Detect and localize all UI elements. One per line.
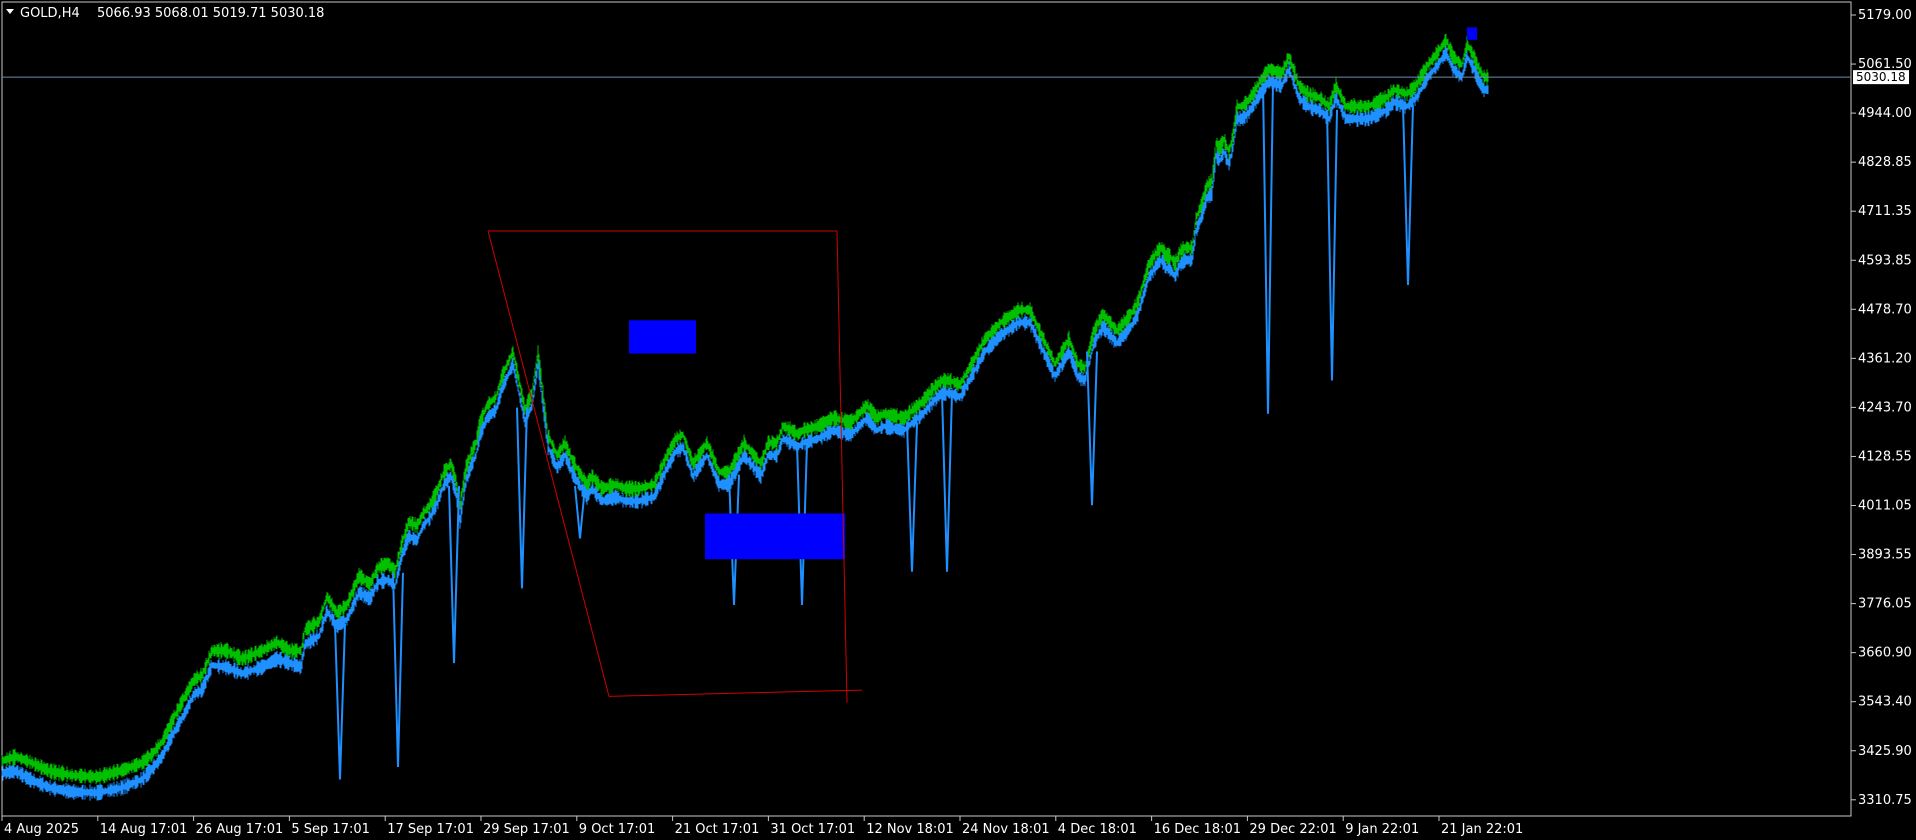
time-tick-label-3: 5 Sep 17:01 (291, 822, 370, 837)
price-tick-label-9: 4128.55 (1858, 449, 1912, 464)
price-tick-label-16: 3310.75 (1858, 793, 1912, 808)
symbol-label: GOLD,H4 (20, 6, 80, 21)
time-tick-label-5: 29 Sep 17:01 (483, 822, 570, 837)
price-tick-label-13: 3660.90 (1858, 646, 1912, 661)
time-tick-label-11: 4 Dec 18:01 (1058, 822, 1137, 837)
chart-header: GOLD,H4 5066.93 5068.01 5019.71 5030.18 (6, 6, 324, 21)
time-tick-label-12: 16 Dec 18:01 (1154, 822, 1241, 837)
price-tick-label-3: 4828.85 (1858, 155, 1912, 170)
current-price-label: 5030.18 (1856, 70, 1906, 84)
supply-demand-zone-0 (629, 320, 696, 354)
time-tick-label-15: 21 Jan 22:01 (1441, 822, 1523, 837)
price-tick-label-7: 4361.20 (1858, 351, 1912, 366)
time-tick-label-2: 26 Aug 17:01 (196, 822, 284, 837)
price-tick-label-12: 3776.05 (1858, 597, 1912, 612)
price-tick-label-15: 3425.90 (1858, 744, 1912, 759)
price-tick-label-10: 4011.05 (1858, 499, 1912, 514)
time-tick-label-10: 24 Nov 18:01 (962, 822, 1050, 837)
supply-demand-zone-2 (1467, 27, 1477, 40)
price-tick-label-4: 4711.35 (1858, 204, 1912, 219)
time-tick-label-9: 12 Nov 18:01 (866, 822, 954, 837)
price-tick-label-5: 4593.85 (1858, 253, 1912, 268)
time-tick-label-1: 14 Aug 17:01 (100, 822, 188, 837)
time-tick-label-7: 21 Oct 17:01 (675, 822, 760, 837)
price-tick-label-14: 3543.40 (1858, 695, 1912, 710)
time-tick-label-13: 29 Dec 22:01 (1249, 822, 1336, 837)
time-tick-label-6: 9 Oct 17:01 (579, 822, 655, 837)
time-tick-label-4: 17 Sep 17:01 (387, 822, 474, 837)
time-tick-label-8: 31 Oct 17:01 (770, 822, 855, 837)
ohlc-values: 5066.93 5068.01 5019.71 5030.18 (97, 6, 324, 21)
time-tick-label-14: 9 Jan 22:01 (1345, 822, 1419, 837)
time-tick-label-0: 4 Aug 2025 (4, 822, 79, 837)
price-tick-label-11: 3893.55 (1858, 548, 1912, 563)
price-tick-label-2: 4944.00 (1858, 106, 1912, 121)
price-tick-label-0: 5179.00 (1858, 8, 1912, 23)
price-tick-label-8: 4243.70 (1858, 400, 1912, 415)
chart-background (0, 0, 1916, 840)
price-chart[interactable]: 5179.005061.504944.004828.854711.354593.… (0, 0, 1916, 840)
price-tick-label-6: 4478.70 (1858, 302, 1912, 317)
supply-demand-zone-1 (705, 513, 845, 560)
